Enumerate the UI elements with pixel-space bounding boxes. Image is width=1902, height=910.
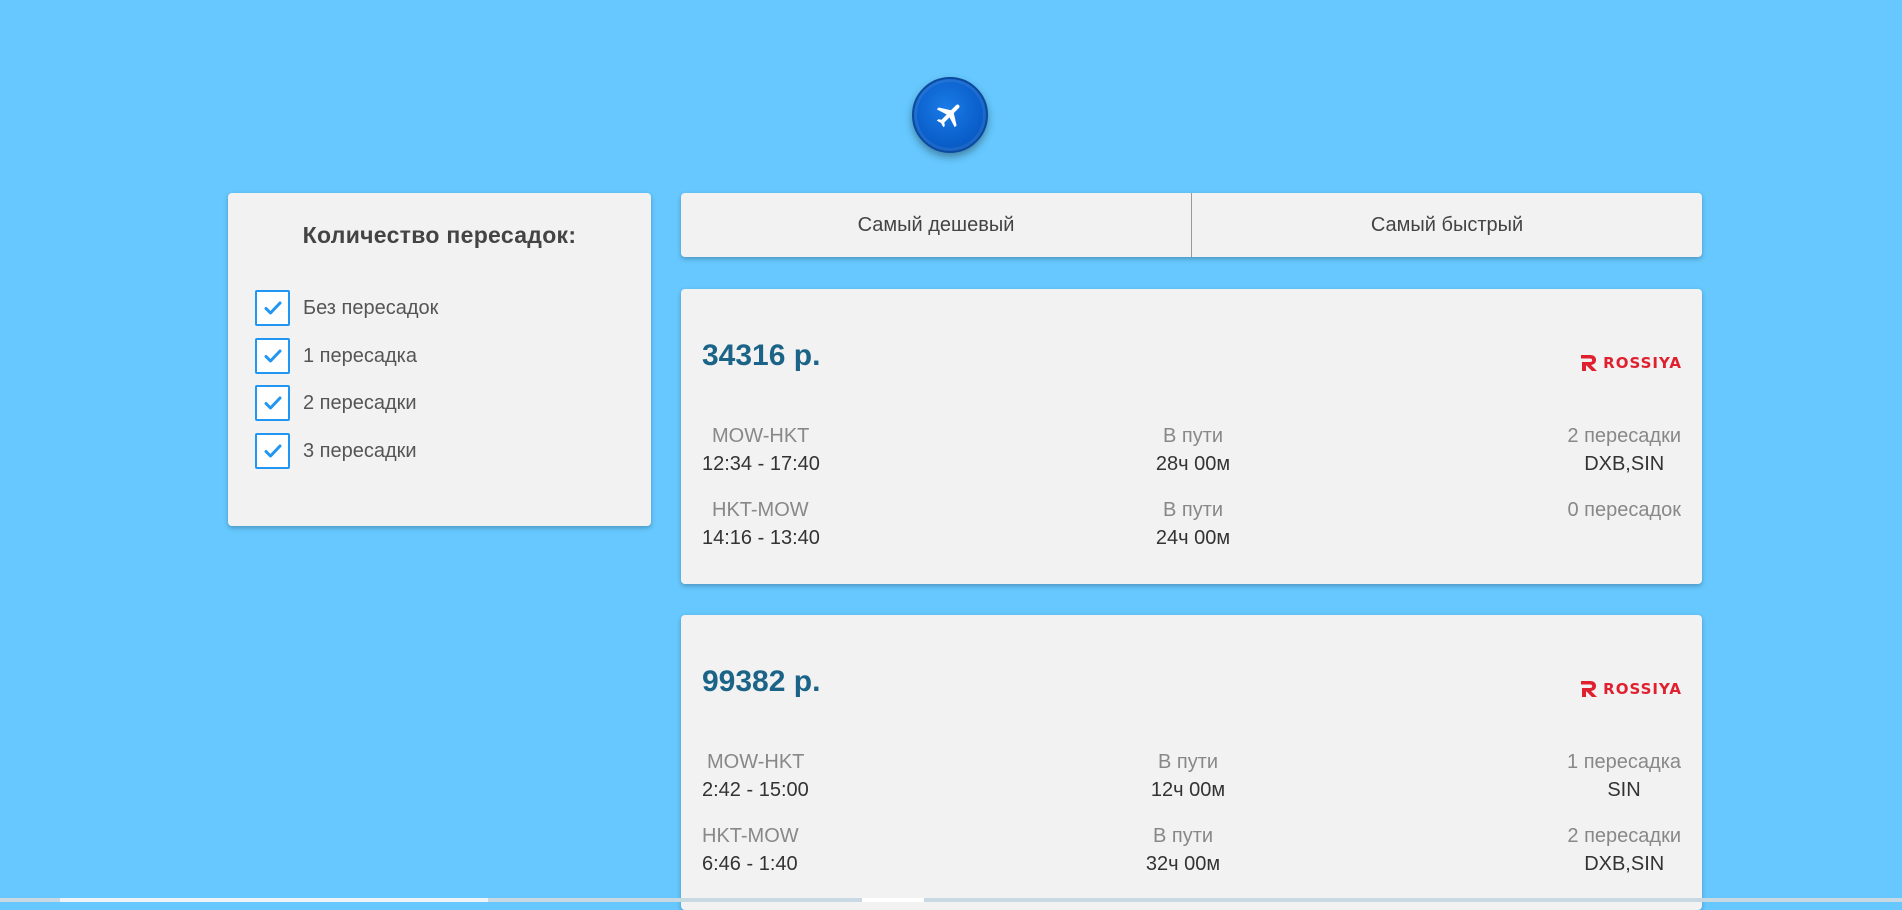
- route-column: HKT-MOW 6:46 - 1:40: [702, 825, 799, 876]
- stops-airports: DXB,SIN: [1584, 853, 1665, 875]
- segment-return: HKT-MOW 14:16 - 13:40 В пути 24ч 00м 0 п…: [702, 499, 1681, 559]
- filter-option-no-stops[interactable]: Без пересадок: [255, 290, 438, 326]
- rossiya-logo-icon: [1581, 681, 1598, 697]
- ticket-price: 34316 р.: [702, 339, 821, 372]
- checkbox[interactable]: [255, 338, 290, 374]
- airline-logo: ROSSIYA: [1578, 353, 1682, 373]
- stops-column: 0 пересадок: [1567, 499, 1681, 527]
- checkmark-icon: [264, 396, 281, 410]
- filter-option-3-stops[interactable]: 3 пересадки: [255, 433, 417, 469]
- duration-label: В пути: [1152, 825, 1214, 847]
- duration-column: В пути 28ч 00м: [1156, 425, 1230, 476]
- flight-time: 2:42 - 15:00: [702, 779, 809, 801]
- stops-column: 2 пересадки DXB,SIN: [1567, 825, 1681, 876]
- rossiya-logo-icon: [1581, 355, 1598, 371]
- stops-filter-panel: Количество пересадок: Без пересадок 1 пе…: [228, 193, 651, 526]
- filter-option-label: 1 пересадка: [303, 344, 417, 367]
- filter-option-label: Без пересадок: [303, 296, 439, 319]
- ticket-card[interactable]: 34316 р. ROSSIYA MOW-HKT 12:34 - 17:40 В…: [681, 289, 1702, 584]
- segment-outbound: MOW-HKT 12:34 - 17:40 В пути 28ч 00м 2 п…: [702, 425, 1681, 485]
- airline-logo: ROSSIYA: [1578, 679, 1682, 699]
- ticket-card[interactable]: 99382 р. ROSSIYA MOW-HKT 2:42 - 15:00 В …: [681, 615, 1702, 910]
- duration-value: 24ч 00м: [1155, 527, 1231, 549]
- duration-label: В пути: [1157, 751, 1219, 773]
- tab-fastest[interactable]: Самый быстрый: [1191, 193, 1702, 257]
- duration-value: 12ч 00м: [1150, 779, 1226, 801]
- stops-count: 0 пересадок: [1567, 499, 1681, 521]
- stops-count: 1 пересадка: [1567, 751, 1681, 773]
- filter-option-label: 3 пересадки: [303, 439, 417, 462]
- checkbox[interactable]: [255, 433, 290, 469]
- airline-name: ROSSIYA: [1603, 680, 1682, 698]
- duration-label: В пути: [1162, 499, 1224, 521]
- checkmark-icon: [264, 301, 281, 315]
- duration-value: 28ч 00м: [1155, 453, 1231, 475]
- route-code: MOW-HKT: [707, 751, 805, 773]
- checkmark-icon: [264, 444, 281, 458]
- duration-column: В пути 24ч 00м: [1156, 499, 1230, 550]
- route-column: MOW-HKT 2:42 - 15:00: [702, 751, 809, 802]
- route-column: MOW-HKT 12:34 - 17:40: [702, 425, 820, 476]
- checkbox[interactable]: [255, 385, 290, 421]
- segment-return: HKT-MOW 6:46 - 1:40 В пути 32ч 00м 2 пер…: [702, 825, 1681, 885]
- filter-option-1-stop[interactable]: 1 пересадка: [255, 338, 417, 374]
- duration-column: В пути 32ч 00м: [1146, 825, 1220, 876]
- horizontal-scrollbar[interactable]: [0, 898, 1902, 902]
- route-column: HKT-MOW 14:16 - 13:40: [702, 499, 820, 550]
- stops-column: 2 пересадки DXB,SIN: [1567, 425, 1681, 476]
- filter-option-label: 2 пересадки: [303, 391, 417, 414]
- flight-time: 14:16 - 13:40: [702, 527, 820, 549]
- tab-cheapest[interactable]: Самый дешевый: [681, 193, 1191, 257]
- app-logo: [912, 77, 988, 153]
- stops-count: 2 пересадки: [1567, 825, 1681, 847]
- route-code: HKT-MOW: [702, 825, 799, 847]
- stops-airports: DXB,SIN: [1584, 453, 1665, 475]
- duration-value: 32ч 00м: [1145, 853, 1221, 875]
- flight-time: 12:34 - 17:40: [702, 453, 820, 475]
- segment-outbound: MOW-HKT 2:42 - 15:00 В пути 12ч 00м 1 пе…: [702, 751, 1681, 811]
- stops-column: 1 пересадка SIN: [1567, 751, 1681, 802]
- flight-time: 6:46 - 1:40: [702, 853, 798, 875]
- ticket-price: 99382 р.: [702, 665, 821, 698]
- sort-tabs: Самый дешевый Самый быстрый: [681, 193, 1702, 257]
- filter-option-2-stops[interactable]: 2 пересадки: [255, 385, 417, 421]
- duration-column: В пути 12ч 00м: [1151, 751, 1225, 802]
- checkmark-icon: [264, 349, 281, 363]
- scrollbar-thumb[interactable]: [862, 898, 924, 902]
- route-code: MOW-HKT: [712, 425, 810, 447]
- duration-label: В пути: [1162, 425, 1224, 447]
- checkbox[interactable]: [255, 290, 290, 326]
- route-code: HKT-MOW: [712, 499, 809, 521]
- airline-name: ROSSIYA: [1603, 354, 1682, 372]
- airplane-icon: [936, 104, 960, 128]
- stops-count: 2 пересадки: [1567, 425, 1681, 447]
- scrollbar-track-segment: [60, 898, 488, 902]
- filter-title: Количество пересадок:: [302, 222, 577, 248]
- stops-airports: SIN: [1607, 779, 1641, 801]
